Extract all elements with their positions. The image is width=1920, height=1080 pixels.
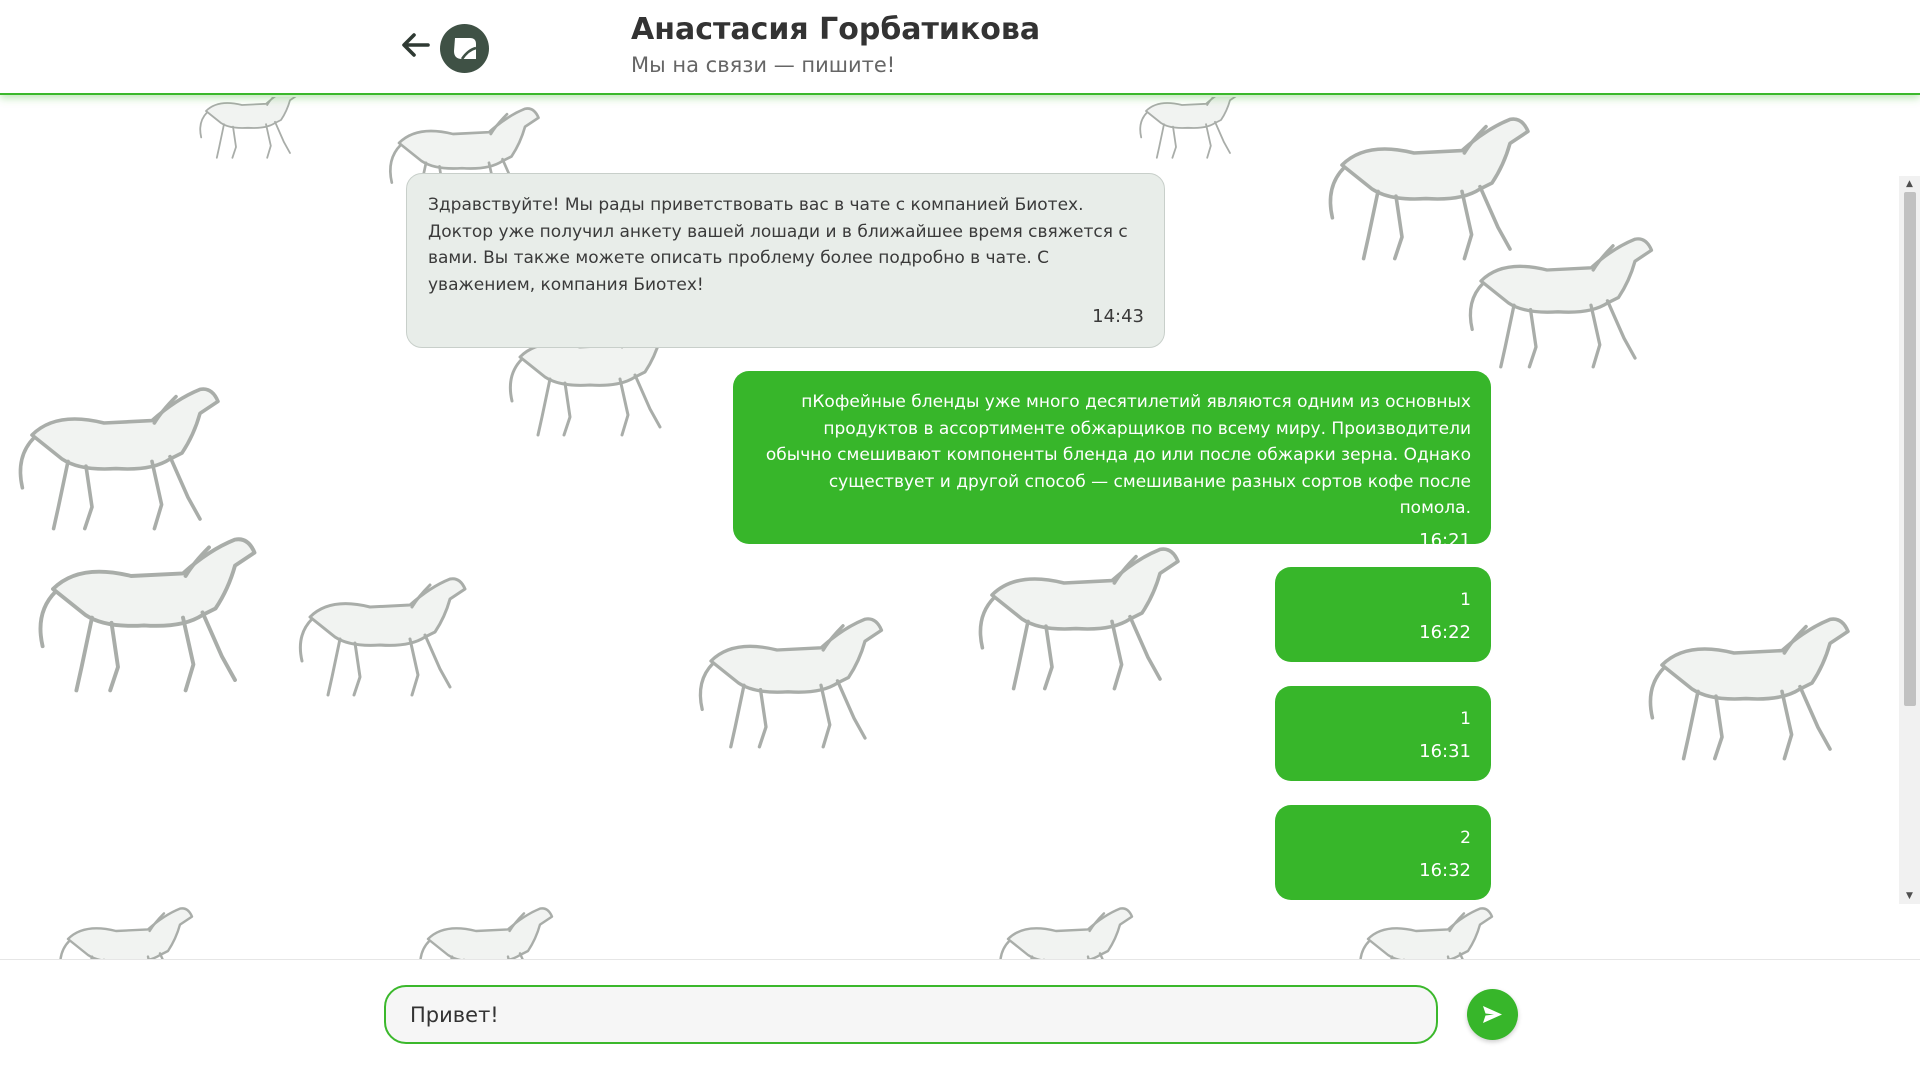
message-text: Здравствуйте! Мы рады приветствовать вас… xyxy=(428,195,1128,295)
scroll-up-arrow-icon[interactable]: ▲ xyxy=(1899,176,1920,192)
scrollbar-thumb[interactable] xyxy=(1904,192,1916,706)
leaf-logo-icon[interactable] xyxy=(440,24,489,73)
message-time: 16:21 xyxy=(1419,529,1471,551)
message-text: 1 xyxy=(1460,590,1471,610)
message-time: 16:32 xyxy=(1419,859,1471,881)
chat-header: Анастасия Горбатикова Мы на связи — пиши… xyxy=(0,0,1920,95)
message-incoming: Здравствуйте! Мы рады приветствовать вас… xyxy=(406,173,1165,348)
message-time: 14:43 xyxy=(1092,306,1144,327)
send-icon xyxy=(1483,1006,1502,1023)
back-button[interactable] xyxy=(398,28,432,62)
message-outgoing: 2 16:32 xyxy=(1275,805,1491,900)
arrow-left-icon xyxy=(402,33,430,57)
message-time: 16:22 xyxy=(1419,621,1471,643)
message-outgoing: 1 16:31 xyxy=(1275,686,1491,781)
scroll-down-arrow-icon[interactable]: ▼ xyxy=(1899,888,1920,904)
contact-status: Мы на связи — пишите! xyxy=(631,53,896,77)
message-outgoing: 1 16:22 xyxy=(1275,567,1491,662)
send-button[interactable] xyxy=(1467,989,1518,1040)
message-text: пКофейные бленды уже много десятилетий я… xyxy=(765,392,1471,518)
message-input[interactable] xyxy=(384,985,1438,1044)
message-text: 2 xyxy=(1460,828,1471,848)
contact-name: Анастасия Горбатикова xyxy=(631,12,1041,47)
messages-scrollbar[interactable]: ▲ ▼ xyxy=(1899,176,1920,904)
message-outgoing: пКофейные бленды уже много десятилетий я… xyxy=(733,371,1491,551)
message-text: 1 xyxy=(1460,709,1471,729)
message-composer xyxy=(0,959,1920,1080)
chat-area: Здравствуйте! Мы рады приветствовать вас… xyxy=(0,97,1920,959)
message-time: 16:31 xyxy=(1419,740,1471,762)
